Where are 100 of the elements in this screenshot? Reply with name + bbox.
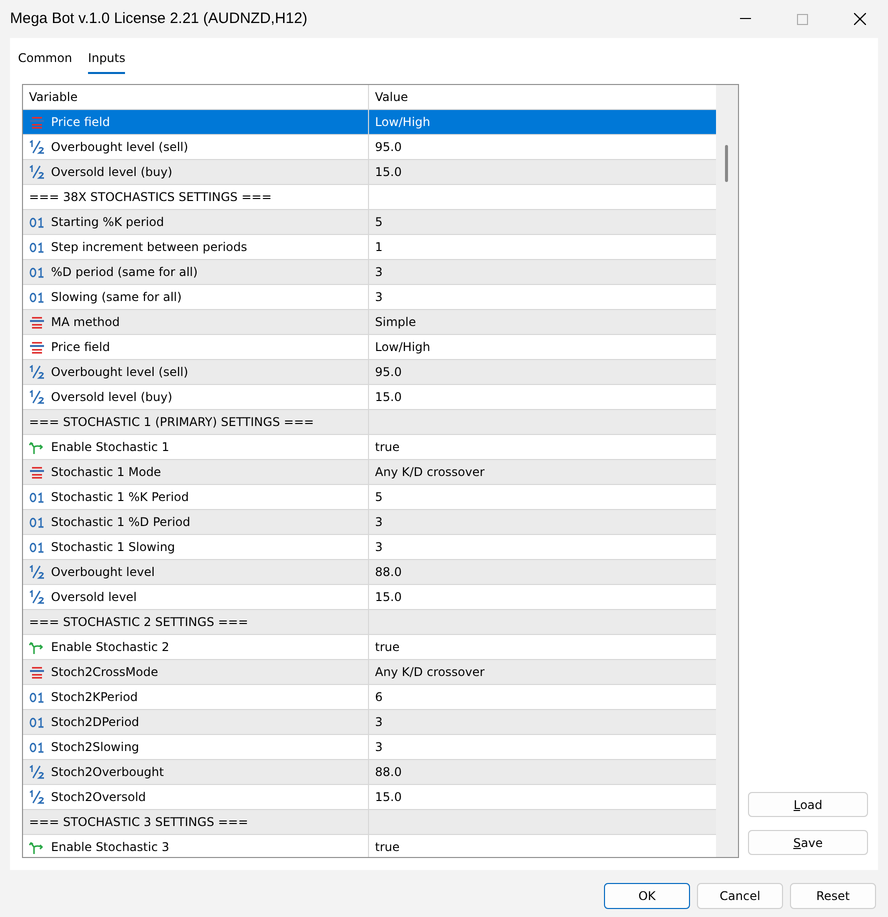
table-row[interactable]: Stoch2CrossMode Any K/D crossover [23,660,716,685]
variable-name: %D period (same for all) [51,264,198,281]
variable-name: Stochastic 1 Slowing [51,539,176,556]
scrollbar[interactable] [716,85,738,857]
variable-name: Stoch2Slowing [51,739,140,756]
integer-icon [29,540,45,554]
enum-icon [29,340,45,354]
value-text: 3 [375,540,383,554]
variable-name: Enable Stochastic 2 [51,639,170,656]
branch-arrow-icon [29,640,45,654]
column-header: Value [374,89,409,106]
value-text: 3 [375,290,383,304]
table-row[interactable]: === STOCHASTIC 2 SETTINGS === [23,610,716,635]
table-row[interactable]: Stoch2Overbought 88.0 [23,760,716,785]
variable-name: Stoch2Overbought [51,764,164,781]
enum-icon [29,665,45,679]
fraction-icon [29,165,45,179]
value-text: 3 [375,715,383,729]
variable-name: Stochastic 1 %D Period [51,514,190,531]
value-text: Simple [375,315,416,329]
value-text: true [375,840,400,854]
table-row[interactable]: Stoch2DPeriod 3 [23,710,716,735]
load-button[interactable]: Load [748,792,868,817]
value-text: 15.0 [375,390,402,404]
value-text: 15.0 [375,165,402,179]
fraction-icon [29,140,45,154]
value-text: 3 [375,515,383,529]
integer-icon [29,240,45,254]
integer-icon [29,265,45,279]
variable-name: Overbought level [51,564,155,581]
dialog-button[interactable]: Cancel [697,883,783,909]
variable-name: Price field [51,339,110,356]
enum-icon [29,315,45,329]
fraction-icon [29,790,45,804]
variable-name: Starting %K period [51,214,164,231]
table-row[interactable]: MA method Simple [23,310,716,335]
table-row[interactable]: Oversold level (buy) 15.0 [23,160,716,185]
dialog-button[interactable]: OK [604,883,690,909]
table-row[interactable]: Overbought level 88.0 [23,560,716,585]
variable-name: Stoch2DPeriod [51,714,140,731]
table-row[interactable]: === STOCHASTIC 3 SETTINGS === [23,810,716,835]
variable-name: Price field [51,114,110,131]
value-text: true [375,640,400,654]
value-text: 3 [375,740,383,754]
window-title: Mega Bot v.1.0 License 2.21 (AUDNZD,H12) [9,8,308,29]
variable-name: Overbought level (sell) [51,364,188,381]
branch-arrow-icon [29,840,45,854]
tab[interactable]: Inputs [88,46,126,74]
value-text: true [375,440,400,454]
integer-icon [29,715,45,729]
table-row[interactable]: Stochastic 1 %D Period 3 [23,510,716,535]
value-text: 88.0 [375,565,402,579]
enum-icon [29,115,45,129]
integer-icon [29,215,45,229]
variable-name: Stochastic 1 Mode [51,464,162,481]
variable-name: Stoch2CrossMode [51,664,158,681]
variable-name: Overbought level (sell) [51,139,188,156]
table-row[interactable]: === STOCHASTIC 1 (PRIMARY) SETTINGS === [23,410,716,435]
integer-icon [29,515,45,529]
value-text: 88.0 [375,765,402,779]
integer-icon [29,490,45,504]
integer-icon [29,290,45,304]
variable-name: Enable Stochastic 1 [51,439,170,456]
variable-name: Enable Stochastic 3 [51,839,170,856]
column-header: Variable [23,85,369,109]
variable-name: === STOCHASTIC 3 SETTINGS === [29,814,248,831]
table-row[interactable]: Starting %K period 5 [23,210,716,235]
branch-arrow-icon [29,440,45,454]
variable-name: === 38X STOCHASTICS SETTINGS === [29,189,272,206]
value-text: Any K/D crossover [375,465,485,479]
fraction-icon [29,765,45,779]
variable-name: Stoch2KPeriod [51,689,138,706]
value-text: Low/High [375,115,430,129]
variable-name: === STOCHASTIC 1 (PRIMARY) SETTINGS === [29,414,314,431]
table-row[interactable]: Overbought level (sell) 95.0 [23,360,716,385]
tab[interactable]: Common [18,46,72,74]
variable-name: === STOCHASTIC 2 SETTINGS === [29,614,248,631]
variable-name: Oversold level [51,589,137,606]
table-row[interactable]: Stochastic 1 Mode Any K/D crossover [23,460,716,485]
variable-name: Slowing (same for all) [51,289,182,306]
fraction-icon [29,565,45,579]
variable-name: Oversold level (buy) [51,164,172,181]
dialog-button[interactable]: Reset [790,883,876,909]
value-text: 1 [375,240,383,254]
value-text: 95.0 [375,140,402,154]
value-text: 95.0 [375,365,402,379]
value-text: Any K/D crossover [375,665,485,679]
variable-name: MA method [51,314,120,331]
variable-name: Stoch2Oversold [51,789,146,806]
table-row[interactable]: Price field Low/High [23,110,716,135]
save-button[interactable]: Save [748,830,868,855]
value-text: 6 [375,690,383,704]
variable-name: Oversold level (buy) [51,389,172,406]
scrollbar-thumb[interactable] [725,145,728,182]
value-text: 3 [375,265,383,279]
table-row[interactable]: %D period (same for all) 3 [23,260,716,285]
variable-name: Stochastic 1 %K Period [51,489,189,506]
enum-icon [29,465,45,479]
fraction-icon [29,590,45,604]
fraction-icon [29,390,45,404]
